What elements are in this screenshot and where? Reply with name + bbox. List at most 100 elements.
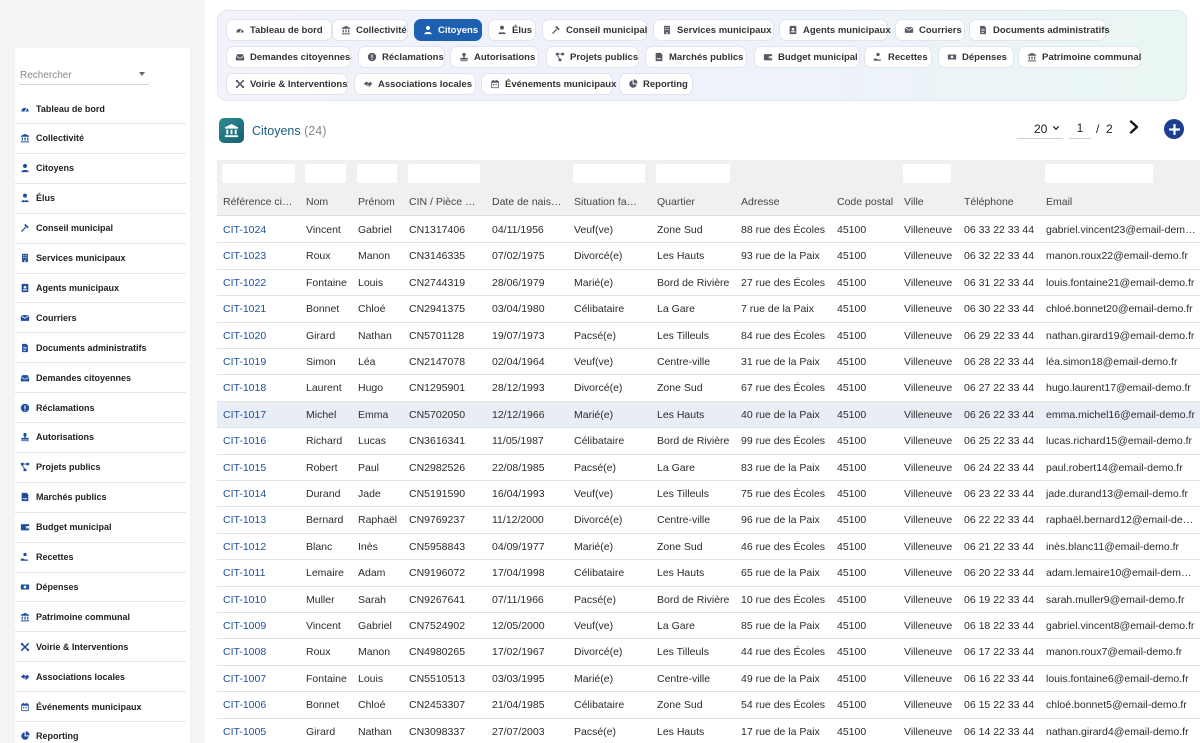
citizen-reference-link[interactable]: CIT-1017: [223, 409, 301, 421]
sidebar-item-voirie-interventions[interactable]: Voirie & Interventions: [15, 632, 186, 663]
citizen-reference-link[interactable]: CIT-1007: [223, 673, 301, 685]
tab-associations-locales[interactable]: Associations locales: [354, 73, 476, 95]
citizen-reference-link[interactable]: CIT-1006: [223, 699, 301, 711]
citizen-reference-link[interactable]: CIT-1012: [223, 541, 301, 553]
sidebar-item-demandes-citoyennes[interactable]: Demandes citoyennes: [15, 363, 186, 394]
sidebar-search-select[interactable]: Rechercher: [19, 68, 149, 85]
tab-marches-publics[interactable]: Marchés publics: [645, 46, 747, 68]
tab-autorisations[interactable]: Autorisations: [450, 46, 539, 68]
citizen-reference-link[interactable]: CIT-1023: [223, 250, 301, 262]
sidebar-item-tableau-de-bord[interactable]: Tableau de bord: [15, 94, 186, 124]
tab-conseil-municipal[interactable]: Conseil municipal: [542, 19, 647, 41]
table-row[interactable]: CIT-1008 Roux Manon CN4980265 17/02/1967 Divo…: [217, 639, 1200, 666]
table-row[interactable]: CIT-1016 Richard Lucas CN3616341 11/05/1987 C…: [217, 428, 1200, 455]
citizen-reference-link[interactable]: CIT-1020: [223, 330, 301, 342]
table-row[interactable]: CIT-1014 Durand Jade CN5191590 16/04/1993 Veu…: [217, 481, 1200, 508]
tab-citoyens[interactable]: Citoyens: [414, 19, 482, 41]
sidebar-item-budget-municipal[interactable]: Budget municipal: [15, 513, 186, 543]
sidebar-item-associations-locales[interactable]: Associations locales: [15, 662, 186, 693]
table-row[interactable]: CIT-1019 Simon Léa CN2147078 02/04/1964 Veuf(…: [217, 349, 1200, 376]
sidebar-item-evenements-municipaux[interactable]: Événements municipaux: [15, 692, 186, 722]
sidebar-item-reclamations[interactable]: Réclamations: [15, 393, 186, 423]
citizen-reference-link[interactable]: CIT-1005: [223, 726, 301, 738]
tab-demandes-citoyennes[interactable]: Demandes citoyennes: [226, 46, 351, 68]
column-filter-input[interactable]: [408, 164, 480, 183]
citizen-reference-link[interactable]: CIT-1008: [223, 646, 301, 658]
column-header[interactable]: Quartier: [657, 196, 737, 208]
citizen-reference-link[interactable]: CIT-1016: [223, 435, 301, 447]
citizen-reference-link[interactable]: CIT-1018: [223, 382, 301, 394]
sidebar-item-courriers[interactable]: Courriers: [15, 303, 186, 334]
tab-patrimoine-communal[interactable]: Patrimoine communal: [1018, 46, 1141, 68]
tab-reporting[interactable]: Reporting: [619, 73, 693, 95]
table-row[interactable]: CIT-1010 Muller Sarah CN9267641 07/11/1966 Pa…: [217, 586, 1200, 613]
table-row[interactable]: CIT-1022 Fontaine Louis CN2744319 28/06/1979…: [217, 269, 1200, 297]
tab-services-municipaux[interactable]: Services municipaux: [653, 19, 774, 41]
add-citizen-button[interactable]: [1164, 119, 1184, 139]
table-row[interactable]: CIT-1013 Bernard Raphaël CN9769237 11/12/200…: [217, 507, 1200, 534]
tab-documents-administratifs[interactable]: Documents administratifs: [969, 19, 1110, 41]
citizen-reference-link[interactable]: CIT-1021: [223, 303, 301, 315]
tab-recettes[interactable]: Recettes: [864, 46, 932, 68]
tab-agents-municipaux[interactable]: Agents municipaux: [779, 19, 891, 41]
tab-budget-municipal[interactable]: Budget municipal: [754, 46, 860, 68]
column-header[interactable]: Prénom: [358, 196, 404, 208]
column-filter-input[interactable]: [656, 164, 730, 183]
table-row[interactable]: CIT-1017 Michel Emma CN5702050 12/12/1966 Mar…: [217, 401, 1200, 429]
tab-evenements-municipaux[interactable]: Événements municipaux: [481, 73, 616, 95]
per-page-select[interactable]: 20: [1017, 121, 1063, 139]
citizen-reference-link[interactable]: CIT-1022: [223, 277, 301, 289]
column-header[interactable]: Date de nais…: [492, 196, 570, 208]
table-row[interactable]: CIT-1011 Lemaire Adam CN9196072 17/04/1998 Cé…: [217, 560, 1200, 587]
citizen-reference-link[interactable]: CIT-1011: [223, 567, 301, 579]
tab-voirie-interventions[interactable]: Voirie & Interventions: [226, 73, 348, 95]
citizen-reference-link[interactable]: CIT-1009: [223, 620, 301, 632]
tab-reclamations[interactable]: Réclamations: [358, 46, 445, 68]
column-header[interactable]: Ville: [904, 196, 960, 208]
column-header[interactable]: CIN / Pièce …: [409, 196, 487, 208]
next-page-button[interactable]: [1127, 119, 1141, 135]
sidebar-item-agents-municipaux[interactable]: Agents municipaux: [15, 273, 186, 304]
column-header[interactable]: Nom: [306, 196, 354, 208]
tab-courriers[interactable]: Courriers: [895, 19, 965, 41]
sidebar-item-depenses[interactable]: Dépenses: [15, 572, 186, 603]
sidebar-item-reporting[interactable]: Reporting: [15, 722, 186, 743]
tab-collectivite[interactable]: Collectivité: [332, 19, 408, 41]
sidebar-item-services-municipaux[interactable]: Services municipaux: [15, 244, 186, 274]
sidebar-item-patrimoine-communal[interactable]: Patrimoine communal: [15, 602, 186, 633]
citizen-reference-link[interactable]: CIT-1010: [223, 594, 301, 606]
sidebar-item-elus[interactable]: Élus: [15, 184, 186, 214]
table-row[interactable]: CIT-1005 Girard Nathan CN3098337 27/07/2003 P…: [217, 718, 1200, 743]
tab-projets-publics[interactable]: Projets publics: [546, 46, 639, 68]
column-header[interactable]: Code postal: [837, 196, 901, 208]
sidebar-item-recettes[interactable]: Recettes: [15, 543, 186, 573]
column-header[interactable]: Email: [1046, 196, 1196, 208]
table-row[interactable]: CIT-1015 Robert Paul CN2982526 22/08/1985 Pac…: [217, 454, 1200, 481]
sidebar-item-autorisations[interactable]: Autorisations: [15, 423, 186, 453]
table-row[interactable]: CIT-1006 Bonnet Chloé CN2453307 21/04/1985 Cé…: [217, 692, 1200, 719]
tab-depenses[interactable]: Dépenses: [938, 46, 1014, 68]
column-filter-input[interactable]: [357, 164, 397, 183]
column-filter-input[interactable]: [222, 164, 295, 183]
sidebar-item-projets-publics[interactable]: Projets publics: [15, 453, 186, 483]
page-number-input[interactable]: 1: [1069, 121, 1091, 139]
column-header[interactable]: Situation fa…: [574, 196, 652, 208]
table-row[interactable]: CIT-1023 Roux Manon CN3146335 07/02/1975 Divo…: [217, 243, 1200, 270]
column-filter-input[interactable]: [1045, 164, 1153, 183]
citizen-reference-link[interactable]: CIT-1024: [223, 224, 301, 236]
table-row[interactable]: CIT-1012 Blanc Inès CN5958843 04/09/1977 Mari…: [217, 533, 1200, 561]
column-filter-input[interactable]: [573, 164, 645, 183]
sidebar-item-documents-administratifs[interactable]: Documents administratifs: [15, 333, 186, 364]
column-filter-input[interactable]: [305, 164, 346, 183]
citizen-reference-link[interactable]: CIT-1014: [223, 488, 301, 500]
table-row[interactable]: CIT-1018 Laurent Hugo CN1295901 28/12/1993 Di…: [217, 375, 1200, 402]
sidebar-item-conseil-municipal[interactable]: Conseil municipal: [15, 214, 186, 244]
citizen-reference-link[interactable]: CIT-1019: [223, 356, 301, 368]
sidebar-item-marches-publics[interactable]: Marchés publics: [15, 483, 186, 513]
column-header[interactable]: Téléphone: [964, 196, 1042, 208]
tab-elus[interactable]: Élus: [488, 19, 536, 41]
column-filter-input[interactable]: [903, 164, 951, 183]
table-row[interactable]: CIT-1020 Girard Nathan CN5701128 19/07/1973 P…: [217, 322, 1200, 349]
table-row[interactable]: CIT-1009 Vincent Gabriel CN7524902 12/05/200…: [217, 613, 1200, 640]
column-header[interactable]: Référence ci…: [223, 196, 301, 208]
